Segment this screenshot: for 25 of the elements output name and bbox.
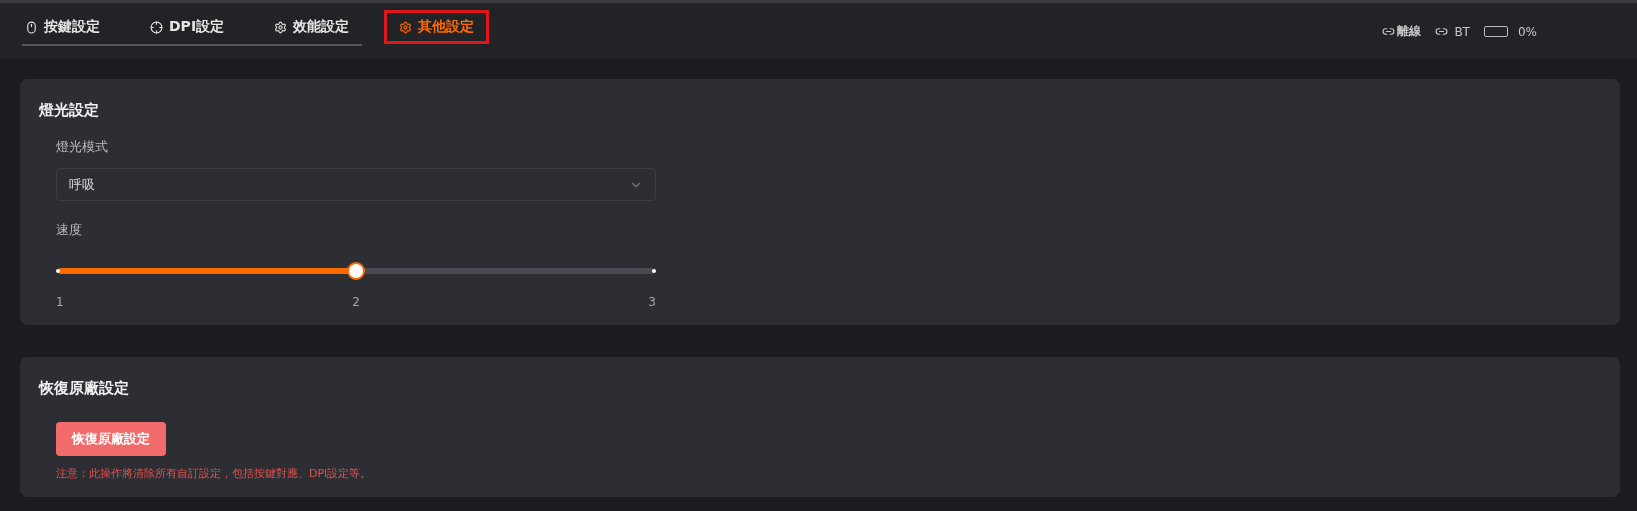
field-label: 速度 <box>56 221 83 239</box>
warning-text: 注意：此操作將清除所有自訂設定，包括按鍵對應、DPI設定等。 <box>56 466 373 481</box>
tab[interactable]: 按鍵設定 <box>22 10 115 44</box>
link-icon <box>1382 25 1396 38</box>
battery-icon <box>1483 26 1508 37</box>
speed-slider[interactable] <box>56 261 656 281</box>
mouse-icon <box>25 20 38 34</box>
field-label: 燈光模式 <box>56 138 109 156</box>
link-icon <box>1435 25 1449 38</box>
tab[interactable]: DPI設定 <box>135 10 240 44</box>
slider-thumb[interactable] <box>347 262 365 280</box>
gear-icon <box>399 20 413 34</box>
section-title: 恢復原廠設定 <box>39 379 130 398</box>
tick-label: 2 <box>352 295 360 309</box>
tab[interactable]: 效能設定 <box>259 10 365 44</box>
connection-status: 離線 <box>1397 23 1422 40</box>
crosshair-icon <box>150 20 163 34</box>
section-title: 燈光設定 <box>39 101 100 120</box>
bluetooth-label: BT <box>1454 24 1470 39</box>
mode-select[interactable]: 呼吸 <box>56 168 656 201</box>
tick-label: 1 <box>56 295 64 309</box>
gear-icon <box>274 20 288 34</box>
tick-label: 3 <box>648 295 656 309</box>
battery-level: 0% <box>1517 24 1537 39</box>
tab[interactable]: 其他設定 <box>384 10 490 44</box>
